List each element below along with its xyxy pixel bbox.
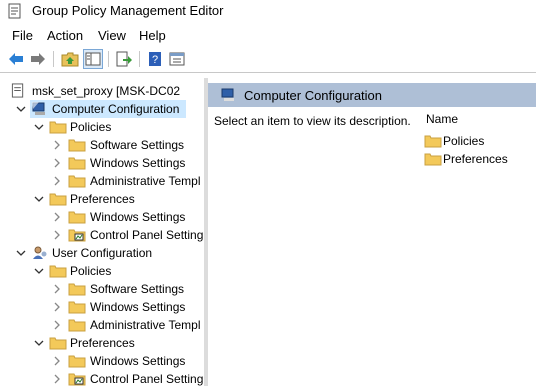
console-tree-icon[interactable] — [83, 49, 103, 69]
tree-computer-policies[interactable]: Policies — [0, 118, 204, 136]
folder-icon — [49, 337, 67, 350]
tree-user-configuration[interactable]: User Configuration — [0, 244, 204, 262]
tree-computer-control-panel-settings[interactable]: Control Panel Setting — [0, 226, 204, 244]
chevron-right-icon[interactable] — [52, 176, 62, 186]
tree-item-label: Windows Settings — [90, 300, 186, 314]
tree-computer-preferences-label: Preferences — [70, 192, 135, 206]
policy-document-icon — [8, 3, 21, 19]
chevron-right-icon[interactable] — [52, 230, 62, 240]
chevron-right-icon[interactable] — [52, 302, 62, 312]
console-tree: msk_set_proxy [MSK-DC02 Computer Configu… — [0, 78, 204, 386]
tree-item-label: Control Panel Setting — [90, 372, 204, 386]
arrow-right-icon[interactable] — [29, 50, 47, 68]
menu-view[interactable]: View — [98, 28, 126, 43]
folder-icon — [424, 153, 442, 166]
title-bar: Group Policy Management Editor — [0, 0, 536, 22]
menu-file[interactable]: File — [12, 28, 33, 43]
folder-icon — [68, 175, 86, 188]
menu-action[interactable]: Action — [47, 28, 83, 43]
chevron-down-icon[interactable] — [34, 122, 44, 132]
user-icon — [33, 246, 47, 259]
folder-icon — [68, 283, 86, 296]
chevron-down-icon[interactable] — [34, 266, 44, 276]
chevron-right-icon[interactable] — [52, 374, 62, 384]
tree-user-pref-windows-settings[interactable]: Windows Settings — [0, 352, 204, 370]
folder-icon — [68, 319, 86, 332]
chevron-down-icon[interactable] — [16, 104, 26, 114]
tree-root-label: msk_set_proxy [MSK-DC02 — [32, 84, 181, 98]
folder-icon — [424, 135, 442, 148]
tree-user-control-panel-settings[interactable]: Control Panel Setting — [0, 370, 204, 386]
folder-icon — [68, 355, 86, 368]
control-panel-icon — [68, 373, 86, 386]
tree-user-software-settings[interactable]: Software Settings — [0, 280, 204, 298]
chevron-down-icon[interactable] — [34, 338, 44, 348]
tree-computer-policies-label: Policies — [70, 120, 112, 134]
tree-item-label: Software Settings — [90, 138, 185, 152]
control-panel-icon — [68, 229, 86, 242]
tree-item-label: Control Panel Setting — [90, 228, 204, 242]
description-text: Select an item to view its description. — [214, 114, 411, 128]
tree-item-label: Windows Settings — [90, 354, 186, 368]
tree-computer-configuration-row[interactable]: Computer Configuration — [0, 100, 204, 118]
tree-computer-preferences[interactable]: Preferences — [0, 190, 204, 208]
export-list-icon[interactable] — [115, 50, 133, 68]
tree-root[interactable]: msk_set_proxy [MSK-DC02 — [0, 82, 204, 100]
list-item-label: Preferences — [443, 152, 508, 166]
tree-computer-windows-settings[interactable]: Windows Settings — [0, 154, 204, 172]
window-title: Group Policy Management Editor — [32, 3, 224, 18]
tree-computer-software-settings[interactable]: Software Settings — [0, 136, 204, 154]
chevron-down-icon[interactable] — [34, 194, 44, 204]
details-header: Computer Configuration — [208, 83, 536, 107]
toolbar-separator — [53, 51, 54, 67]
toolbar: ? — [0, 46, 536, 73]
folder-icon — [68, 157, 86, 170]
computer-icon — [221, 88, 234, 101]
tree-computer-configuration-label: Computer Configuration — [52, 102, 180, 116]
chevron-right-icon[interactable] — [52, 356, 62, 366]
tree-item-label: Windows Settings — [90, 156, 186, 170]
chevron-right-icon[interactable] — [52, 284, 62, 294]
tree-item-label: Software Settings — [90, 282, 185, 296]
folder-icon — [68, 301, 86, 314]
chevron-right-icon[interactable] — [52, 140, 62, 150]
tree-item-label: Administrative Templ — [90, 318, 201, 332]
chevron-right-icon[interactable] — [52, 212, 62, 222]
folder-icon — [49, 265, 67, 278]
list-item-label: Policies — [443, 134, 485, 148]
tree-user-policies[interactable]: Policies — [0, 262, 204, 280]
folder-icon — [68, 139, 86, 152]
menu-help[interactable]: Help — [139, 28, 166, 43]
tree-user-policies-label: Policies — [70, 264, 112, 278]
menu-bar: File Action View Help — [0, 24, 536, 46]
details-pane: Computer Configuration Select an item to… — [208, 78, 536, 386]
arrow-left-icon[interactable] — [7, 50, 25, 68]
folder-icon — [68, 211, 86, 224]
tree-user-preferences-label: Preferences — [70, 336, 135, 350]
tree-item-label: Administrative Templ — [90, 174, 201, 188]
computer-icon — [32, 102, 45, 115]
policy-document-icon — [11, 83, 24, 98]
tree-computer-pref-windows-settings[interactable]: Windows Settings — [0, 208, 204, 226]
tree-user-administrative-templates[interactable]: Administrative Templ — [0, 316, 204, 334]
folder-icon — [49, 121, 67, 134]
toolbar-separator — [139, 51, 140, 67]
chevron-right-icon[interactable] — [52, 158, 62, 168]
up-folder-icon[interactable] — [61, 50, 79, 68]
chevron-right-icon[interactable] — [52, 320, 62, 330]
tree-user-configuration-label: User Configuration — [52, 246, 153, 260]
properties-icon[interactable] — [168, 50, 186, 68]
toolbar-separator — [108, 51, 109, 67]
tree-user-windows-settings[interactable]: Windows Settings — [0, 298, 204, 316]
folder-icon — [49, 193, 67, 206]
tree-user-preferences[interactable]: Preferences — [0, 334, 204, 352]
chevron-down-icon[interactable] — [16, 248, 26, 258]
tree-computer-administrative-templates[interactable]: Administrative Templ — [0, 172, 204, 190]
help-icon[interactable]: ? — [146, 50, 164, 68]
tree-item-label: Windows Settings — [90, 210, 186, 224]
svg-text:?: ? — [152, 54, 158, 66]
details-header-title: Computer Configuration — [244, 88, 383, 103]
column-header-name[interactable]: Name — [426, 112, 458, 126]
